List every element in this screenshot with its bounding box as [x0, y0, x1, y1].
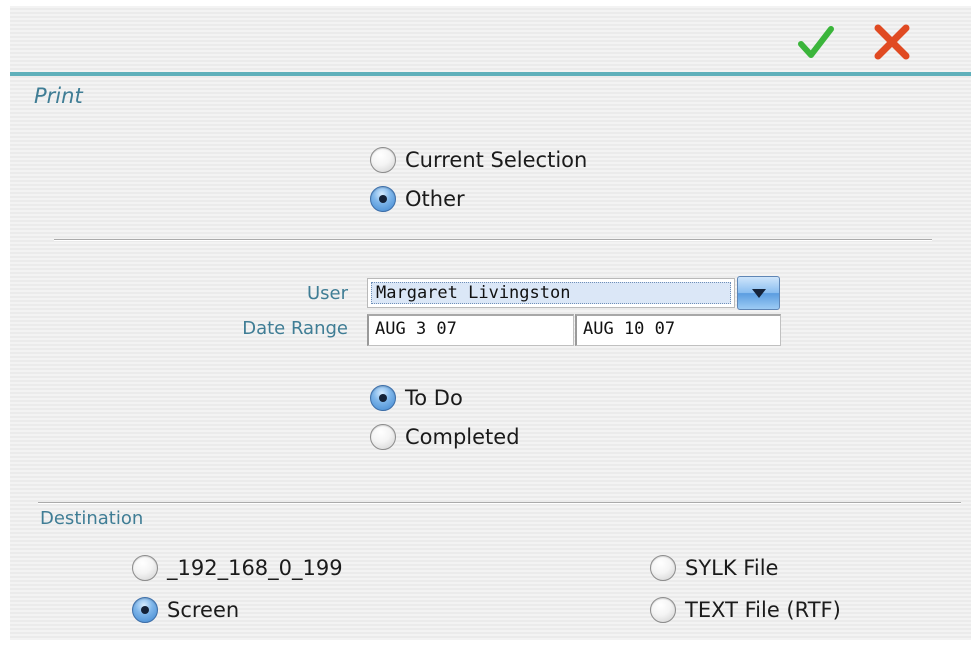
date-to-field[interactable]: AUG 10 07	[575, 314, 781, 346]
user-value: Margaret Livingston	[371, 282, 731, 304]
radio-destination-sylk[interactable]: SYLK File	[650, 555, 778, 581]
radio-button-icon	[370, 147, 396, 173]
user-dropdown-button[interactable]	[737, 276, 780, 310]
radio-destination-screen[interactable]: Screen	[132, 597, 239, 623]
radio-button-icon	[650, 555, 676, 581]
radio-button-icon	[650, 597, 676, 623]
radio-label: Completed	[405, 425, 520, 449]
radio-label: Screen	[167, 598, 240, 622]
radio-label: TEXT File (RTF)	[685, 598, 841, 622]
date-from-field[interactable]: AUG 3 07	[367, 314, 574, 346]
chevron-down-icon	[751, 288, 766, 298]
radio-label: Other	[405, 187, 465, 211]
radio-to-do[interactable]: To Do	[370, 385, 463, 411]
divider	[54, 239, 932, 240]
user-label: User	[306, 283, 348, 304]
radio-button-icon	[370, 186, 396, 212]
radio-other[interactable]: Other	[370, 186, 465, 212]
radio-label: To Do	[405, 386, 463, 410]
close-icon	[874, 24, 910, 60]
radio-label: _192_168_0_199	[167, 556, 343, 580]
cancel-button[interactable]	[872, 22, 912, 62]
radio-button-icon	[132, 555, 158, 581]
radio-label: SYLK File	[685, 556, 779, 580]
section-title-print: Print	[34, 84, 83, 108]
radio-completed[interactable]: Completed	[370, 424, 520, 450]
divider	[38, 502, 961, 503]
user-field[interactable]: Margaret Livingston	[367, 278, 735, 308]
date-range-label: Date Range	[242, 318, 348, 339]
ok-button[interactable]	[796, 22, 836, 62]
radio-label: Current Selection	[405, 148, 588, 172]
print-dialog: Print Current Selection Other User Marga…	[10, 6, 971, 640]
section-title-destination: Destination	[40, 508, 144, 529]
checkmark-icon	[798, 26, 834, 58]
radio-current-selection[interactable]: Current Selection	[370, 147, 587, 173]
toolbar-divider	[10, 72, 971, 76]
radio-destination-rtf[interactable]: TEXT File (RTF)	[650, 597, 841, 623]
radio-button-icon	[370, 424, 396, 450]
radio-destination-printer[interactable]: _192_168_0_199	[132, 555, 343, 581]
radio-button-icon	[132, 597, 158, 623]
radio-button-icon	[370, 385, 396, 411]
